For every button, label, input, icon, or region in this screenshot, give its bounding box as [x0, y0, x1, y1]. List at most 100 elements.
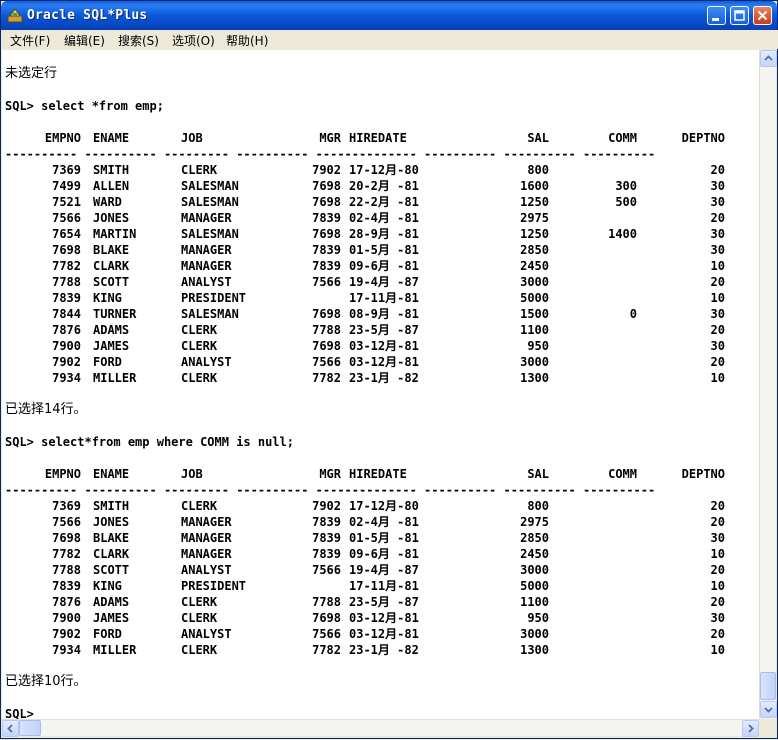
cell-ename: ADAMS [93, 595, 130, 609]
cell-hiredate: 02-4月 -81 [349, 211, 419, 225]
column-header-row: EMPNO ENAME JOB MGR HIREDATE SAL COMM DEPTNO [2, 130, 759, 146]
cell-deptno: 30 [710, 227, 725, 241]
cell-job: PRESIDENT [181, 579, 247, 593]
table-row: 7369 SMITH CLERK 7902 17-12月-80 800 20 [2, 162, 759, 178]
horizontal-scroll-thumb[interactable] [19, 720, 41, 736]
cell-job: ANALYST [181, 355, 232, 369]
cell-deptno: 20 [710, 595, 725, 609]
cell-deptno: 20 [710, 323, 725, 337]
cell-ename: ALLEN [93, 179, 130, 193]
cell-ename: FORD [93, 355, 122, 369]
horizontal-scrollbar[interactable] [2, 719, 759, 737]
cell-mgr: 7566 [312, 627, 341, 641]
scroll-down-button[interactable] [760, 701, 777, 718]
table-row: 7839 KING PRESIDENT 17-11月-81 5000 10 [2, 290, 759, 306]
table-row: 7876 ADAMS CLERK 7788 23-5月 -87 1100 20 [2, 322, 759, 338]
minimize-button[interactable] [707, 6, 726, 25]
cell-deptno: 30 [710, 195, 725, 209]
cell-sal: 2450 [520, 259, 549, 273]
column-header-job: JOB [181, 467, 203, 481]
cell-empno: 7900 [52, 339, 81, 353]
cell-ename: KING [93, 291, 122, 305]
cell-sal: 5000 [520, 291, 549, 305]
cell-hiredate: 09-6月 -81 [349, 547, 419, 561]
scroll-right-button[interactable] [742, 720, 759, 737]
table-row: 7934 MILLER CLERK 7782 23-1月 -82 1300 10 [2, 370, 759, 386]
cell-hiredate: 23-1月 -82 [349, 643, 419, 657]
cell-hiredate: 17-11月-81 [349, 579, 419, 593]
cell-empno: 7654 [52, 227, 81, 241]
cell-mgr: 7839 [312, 531, 341, 545]
cell-mgr: 7839 [312, 547, 341, 561]
cell-job: CLERK [181, 611, 218, 625]
cell-deptno: 20 [710, 627, 725, 641]
vertical-scrollbar[interactable] [759, 50, 777, 719]
scroll-up-button[interactable] [760, 50, 777, 67]
table-row: 7902 FORD ANALYST 7566 03-12月-81 3000 20 [2, 626, 759, 642]
cell-ename: FORD [93, 627, 122, 641]
menu-options[interactable]: 选项(O) [172, 32, 215, 49]
table-row: 7900 JAMES CLERK 7698 03-12月-81 950 30 [2, 610, 759, 626]
minimize-icon [712, 18, 719, 21]
vertical-scroll-thumb[interactable] [760, 672, 776, 700]
cell-ename: JONES [93, 515, 130, 529]
cell-mgr: 7698 [312, 339, 341, 353]
close-button[interactable] [753, 6, 772, 25]
menu-file[interactable]: 文件(F) [10, 32, 50, 49]
cell-mgr: 7788 [312, 323, 341, 337]
cell-sal: 800 [527, 499, 549, 513]
cell-empno: 7782 [52, 547, 81, 561]
cell-job: SALESMAN [181, 179, 239, 193]
cell-sal: 1100 [520, 595, 549, 609]
title-bar[interactable]: Oracle SQL*Plus [1, 1, 777, 30]
cell-empno: 7844 [52, 307, 81, 321]
cell-ename: SCOTT [93, 563, 130, 577]
cell-empno: 7566 [52, 515, 81, 529]
oracle-sqlplus-icon[interactable] [7, 7, 23, 23]
menu-help[interactable]: 帮助(H) [226, 32, 268, 49]
cell-sal: 950 [527, 339, 549, 353]
cell-mgr: 7782 [312, 643, 341, 657]
maximize-icon [734, 10, 745, 21]
cell-comm: 500 [615, 195, 637, 209]
menu-search[interactable]: 搜索(S) [118, 32, 159, 49]
cell-mgr: 7566 [312, 275, 341, 289]
cell-hiredate: 19-4月 -87 [349, 275, 419, 289]
cell-empno: 7499 [52, 179, 81, 193]
cell-hiredate: 17-12月-80 [349, 163, 419, 177]
cell-sal: 1500 [520, 307, 549, 321]
cell-deptno: 10 [710, 259, 725, 273]
cell-deptno: 10 [710, 547, 725, 561]
scroll-left-button[interactable] [2, 720, 19, 737]
cell-deptno: 20 [710, 211, 725, 225]
cell-deptno: 30 [710, 243, 725, 257]
cell-job: PRESIDENT [181, 291, 247, 305]
cell-deptno: 30 [710, 307, 725, 321]
cell-mgr: 7698 [312, 307, 341, 321]
column-header-empno: EMPNO [44, 131, 81, 145]
sql-console-output[interactable]: 未选定行 SQL> select *from emp; EMPNO ENAME JOB M… [2, 50, 759, 719]
cell-hiredate: 03-12月-81 [349, 339, 419, 353]
cell-hiredate: 22-2月 -81 [349, 195, 419, 209]
table-row: 7788 SCOTT ANALYST 7566 19-4月 -87 3000 20 [2, 562, 759, 578]
table-row: 7876 ADAMS CLERK 7788 23-5月 -87 1100 20 [2, 594, 759, 610]
window-title: Oracle SQL*Plus [27, 8, 148, 23]
cell-mgr: 7566 [312, 563, 341, 577]
cell-job: CLERK [181, 643, 218, 657]
cell-ename: JAMES [93, 611, 130, 625]
column-header-ename: ENAME [93, 467, 130, 481]
cell-hiredate: 01-5月 -81 [349, 531, 419, 545]
cell-job: CLERK [181, 595, 218, 609]
cell-mgr: 7839 [312, 211, 341, 225]
maximize-button[interactable] [730, 6, 749, 25]
cell-deptno: 20 [710, 163, 725, 177]
cell-hiredate: 17-11月-81 [349, 291, 419, 305]
cell-empno: 7782 [52, 259, 81, 273]
cell-sal: 3000 [520, 627, 549, 641]
cell-sal: 1250 [520, 227, 549, 241]
menu-edit[interactable]: 编辑(E) [64, 32, 105, 49]
arrow-left-icon [7, 724, 13, 733]
cell-ename: WARD [93, 195, 122, 209]
arrow-up-icon [764, 55, 773, 61]
cell-sal: 3000 [520, 563, 549, 577]
